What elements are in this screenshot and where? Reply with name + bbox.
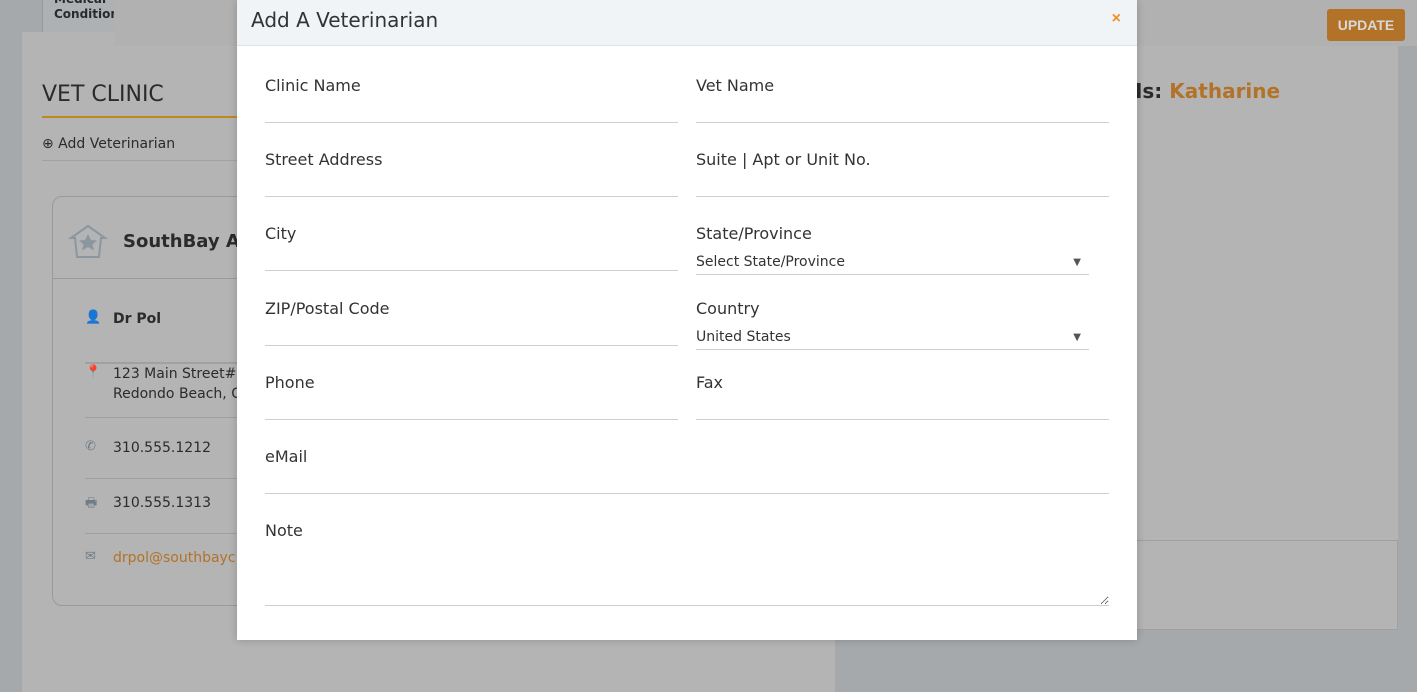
- suite-input[interactable]: [696, 180, 1109, 197]
- vet-name-label: Vet Name: [696, 76, 775, 95]
- add-veterinarian-modal: Add A Veterinarian × Clinic Name Vet Nam…: [237, 0, 1137, 640]
- phone-label: Phone: [265, 373, 315, 392]
- chevron-down-icon: ▼: [1073, 257, 1081, 268]
- suite-field: Suite | Apt or Unit No.: [696, 150, 1109, 197]
- zip-field: ZIP/Postal Code: [265, 299, 678, 346]
- pet-name-label: : Is: Katharine: [1120, 79, 1280, 103]
- zip-input[interactable]: [265, 329, 678, 346]
- address-line1: 123 Main Street#10: [113, 366, 255, 382]
- country-label: Country: [696, 299, 760, 318]
- fax: 310.555.1313: [113, 495, 211, 511]
- note-textarea[interactable]: [265, 551, 1109, 606]
- street-input[interactable]: [265, 180, 678, 197]
- state-select[interactable]: Select State/Province ▼: [696, 252, 1089, 275]
- email-icon: ✉: [85, 549, 96, 564]
- modal-title: Add A Veterinarian: [251, 8, 439, 32]
- add-veterinarian-link[interactable]: ⊕ Add Veterinarian: [42, 136, 175, 152]
- email-label: eMail: [265, 447, 308, 466]
- country-select[interactable]: United States ▼: [696, 327, 1089, 350]
- fax-field: Fax: [696, 373, 1109, 420]
- phone-field: Phone: [265, 373, 678, 420]
- note-field: Note: [265, 521, 1109, 606]
- divider: [42, 116, 242, 118]
- country-value: United States: [696, 329, 791, 345]
- state-value: Select State/Province: [696, 254, 845, 270]
- phone: 310.555.1212: [113, 440, 211, 456]
- zip-label: ZIP/Postal Code: [265, 299, 390, 318]
- tab-medical-conditions[interactable]: Medical Conditions: [42, 0, 114, 32]
- clinic-name-input[interactable]: [265, 106, 678, 123]
- email-link[interactable]: drpol@southbayc: [113, 548, 236, 568]
- fax-input[interactable]: [696, 403, 1109, 420]
- tab-label: Medical Conditions: [54, 0, 114, 21]
- email-field: eMail: [265, 447, 1109, 494]
- clinic-name-label: Clinic Name: [265, 76, 361, 95]
- fax-icon: 🖶: [85, 496, 98, 511]
- email-input[interactable]: [265, 477, 1109, 494]
- chevron-down-icon: ▼: [1073, 332, 1081, 343]
- city-label: City: [265, 224, 297, 243]
- close-icon[interactable]: ×: [1112, 10, 1121, 28]
- country-field: Country United States ▼: [696, 299, 1109, 350]
- street-field: Street Address: [265, 150, 678, 197]
- fax-label: Fax: [696, 373, 724, 392]
- location-pin-icon: 📍: [85, 365, 102, 380]
- update-button[interactable]: UPDATE: [1327, 9, 1405, 41]
- vet-name-input[interactable]: [696, 106, 1109, 123]
- vet-name-field: Vet Name: [696, 76, 1109, 123]
- person-icon: 👤: [85, 310, 102, 325]
- divider: [42, 160, 242, 161]
- modal-header: Add A Veterinarian ×: [237, 0, 1137, 46]
- clinic-house-icon: [67, 224, 109, 258]
- clinic-name-field: Clinic Name: [265, 76, 678, 123]
- clinic-name: SouthBay Ar: [123, 231, 249, 252]
- city-field: City: [265, 224, 678, 271]
- street-label: Street Address: [265, 150, 383, 169]
- pet-name: Katharine: [1169, 79, 1281, 103]
- vet-name: Dr Pol: [113, 311, 162, 327]
- vet-card: SouthBay Ar 👤 Dr Pol 📍 123 Main Street#10 R…: [52, 196, 255, 606]
- suite-label: Suite | Apt or Unit No.: [696, 150, 871, 169]
- note-label: Note: [265, 521, 303, 540]
- section-title: VET CLINIC: [42, 82, 164, 107]
- state-label: State/Province: [696, 224, 812, 243]
- phone-icon: ✆: [85, 439, 96, 454]
- state-field: State/Province Select State/Province ▼: [696, 224, 1109, 275]
- phone-input[interactable]: [265, 403, 678, 420]
- city-input[interactable]: [265, 254, 678, 271]
